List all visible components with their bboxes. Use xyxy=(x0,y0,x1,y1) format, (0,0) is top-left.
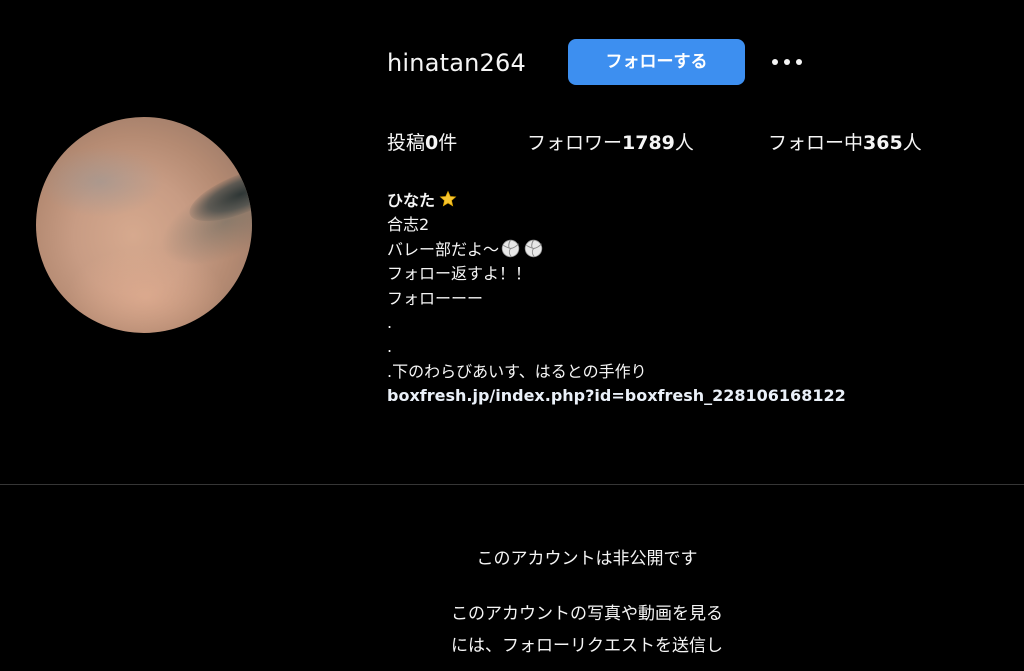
stat-posts-label: 投稿 xyxy=(387,132,426,154)
follow-button[interactable]: フォローする xyxy=(568,39,745,85)
stat-following-value: 365 xyxy=(863,132,903,154)
stat-followers-unit: 人 xyxy=(674,132,694,154)
bio-line: 合志2 xyxy=(387,215,430,235)
bio-line: .下のわらびあいす、はるとの手作り xyxy=(387,361,647,381)
bio-line: バレー部だよ〜 xyxy=(387,239,500,259)
volleyball-icon xyxy=(501,239,520,258)
stat-following-label: フォロー中 xyxy=(768,132,864,154)
profile-avatar[interactable] xyxy=(36,117,252,333)
more-horizontal-icon[interactable] xyxy=(770,52,804,72)
bio-line: フォローーー xyxy=(387,288,484,308)
profile-page: hinatan264 フォローする 投稿0件 フォロワー1789人 フォロー中3… xyxy=(0,0,1024,671)
profile-bio: ひなた 合志2 バレー部だよ〜 フォロー返すよ！！ フォローーー . . .下の… xyxy=(387,189,987,409)
stat-following-unit: 人 xyxy=(902,132,922,154)
stat-followers[interactable]: フォロワー1789人 xyxy=(527,128,694,158)
stat-following[interactable]: フォロー中365人 xyxy=(768,128,922,158)
stat-followers-label: フォロワー xyxy=(527,132,623,154)
stat-posts-value: 0 xyxy=(425,132,439,154)
private-desc-line: には、フォローリクエストを送信し xyxy=(451,636,723,656)
bio-line-with-icons: バレー部だよ〜 xyxy=(387,238,987,262)
bio-line: . xyxy=(387,337,393,357)
bio-name-line: ひなた xyxy=(387,189,987,213)
bio-line: フォロー返すよ！！ xyxy=(387,264,532,284)
stat-followers-value: 1789 xyxy=(622,132,675,154)
private-account-description: このアカウントの写真や動画を見る には、フォローリクエストを送信し xyxy=(412,598,762,662)
section-divider xyxy=(0,484,1024,485)
bio-link[interactable]: boxfresh.jp/index.php?id=boxfresh_228106… xyxy=(387,384,987,408)
stat-posts: 投稿0件 xyxy=(387,128,457,158)
bio-line: . xyxy=(387,313,393,333)
star-icon xyxy=(439,190,457,207)
private-account-title: このアカウントは非公開です xyxy=(476,549,698,569)
profile-username: hinatan264 xyxy=(387,49,526,77)
private-desc-line: このアカウントの写真や動画を見る xyxy=(451,604,723,624)
bio-name: ひなた xyxy=(387,191,436,210)
stat-posts-unit: 件 xyxy=(438,132,458,154)
volleyball-icon xyxy=(524,239,543,258)
